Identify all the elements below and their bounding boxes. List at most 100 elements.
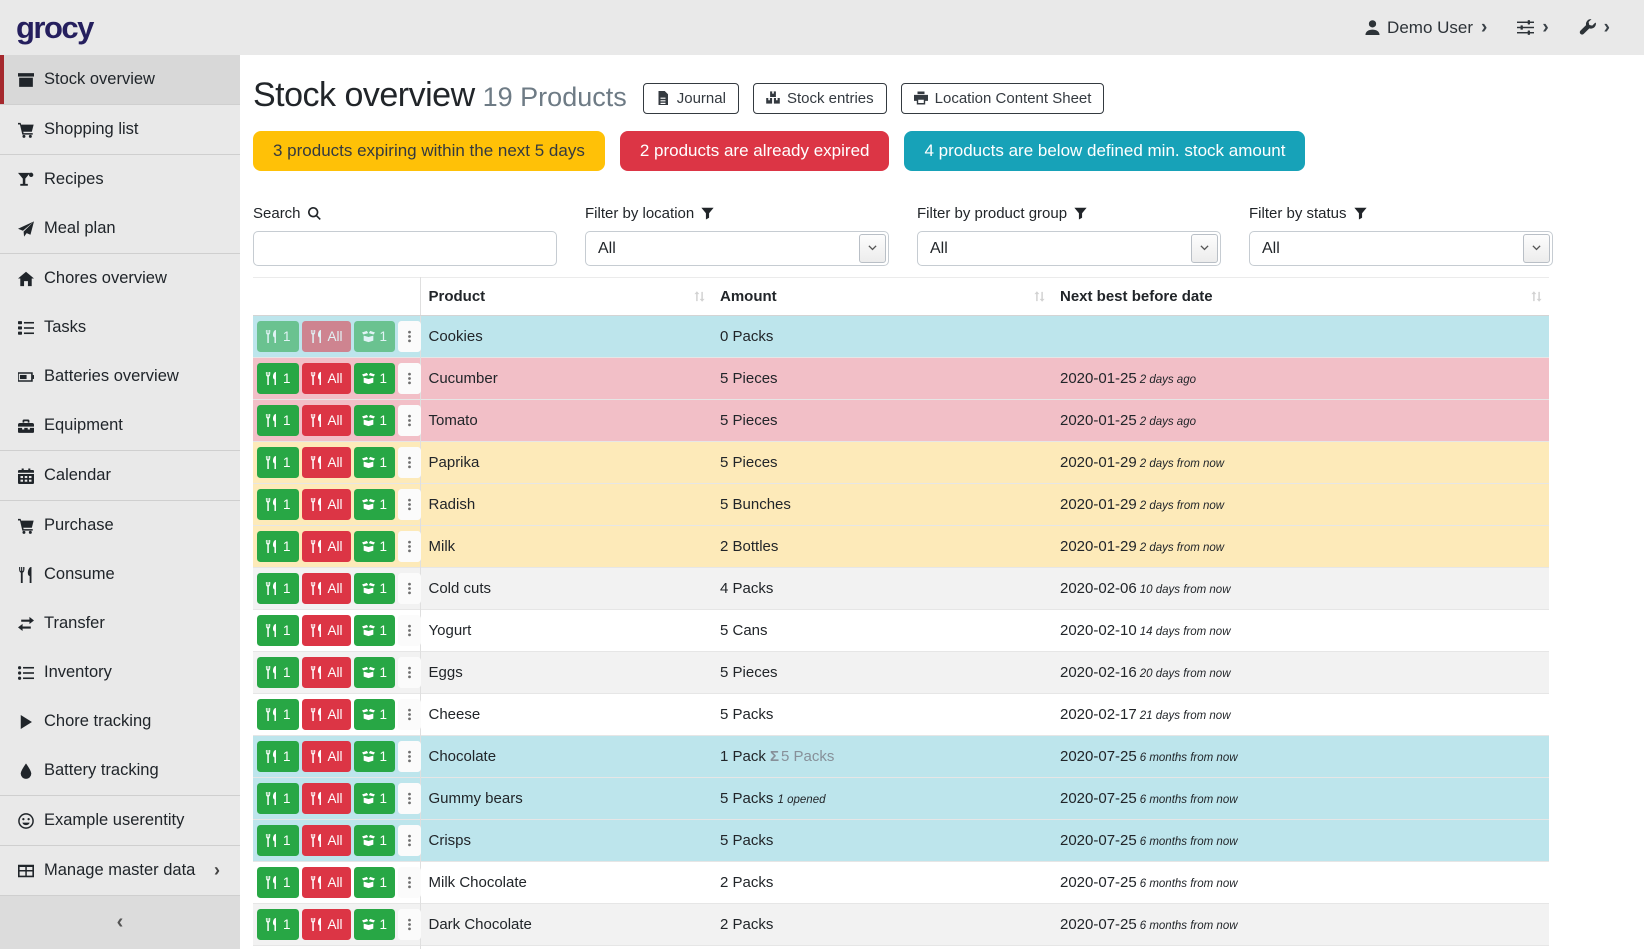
consume-all-button[interactable]: All (302, 321, 351, 352)
row-menu-button[interactable] (398, 783, 421, 814)
consume-all-button[interactable]: All (302, 447, 351, 478)
row-menu-button[interactable] (398, 489, 421, 520)
row-menu-button[interactable] (398, 657, 421, 688)
open-one-button[interactable]: 1 (354, 363, 396, 394)
consume-one-button[interactable]: 1 (257, 573, 299, 604)
consume-all-button[interactable]: All (302, 573, 351, 604)
consume-all-button[interactable]: All (302, 531, 351, 562)
sidebar-item-shopping-list[interactable]: Shopping list (0, 105, 240, 154)
row-menu-button[interactable] (398, 867, 421, 898)
row-menu-button[interactable] (398, 363, 421, 394)
row-menu-button[interactable] (398, 699, 421, 730)
consume-one-button[interactable]: 1 (257, 615, 299, 646)
consume-one-button[interactable]: 1 (257, 657, 299, 688)
row-menu-button[interactable] (398, 909, 421, 940)
consume-all-button[interactable]: All (302, 909, 351, 940)
consume-all-button[interactable]: All (302, 699, 351, 730)
search-input[interactable] (253, 231, 557, 266)
sidebar-item-chores-overview[interactable]: Chores overview (0, 254, 240, 303)
stock-entries-button[interactable]: Stock entries (753, 83, 887, 114)
sidebar-item-tasks[interactable]: Tasks (0, 303, 240, 352)
alert-expiring[interactable]: 3 products expiring within the next 5 da… (253, 131, 605, 171)
row-menu-button[interactable] (398, 321, 421, 352)
amount-value: 5 Bunches (720, 496, 791, 513)
sidebar-item-label: Equipment (44, 416, 123, 435)
sidebar-item-equipment[interactable]: Equipment (0, 401, 240, 450)
sidebar-item-meal-plan[interactable]: Meal plan (0, 204, 240, 253)
open-one-button[interactable]: 1 (354, 741, 396, 772)
sidebar-item-example-userentity[interactable]: Example userentity (0, 796, 240, 845)
consume-all-button[interactable]: All (302, 657, 351, 688)
open-one-button[interactable]: 1 (354, 405, 396, 436)
consume-all-button[interactable]: All (302, 825, 351, 856)
open-one-button[interactable]: 1 (354, 573, 396, 604)
sidebar-collapse-button[interactable]: ‹ (0, 895, 240, 949)
consume-all-button[interactable]: All (302, 741, 351, 772)
column-header-product[interactable]: Product (420, 278, 712, 316)
column-header-next-best-before-date[interactable]: Next best before date (1052, 278, 1549, 316)
open-one-button[interactable]: 1 (354, 699, 396, 730)
consume-all-button[interactable]: All (302, 405, 351, 436)
open-one-button[interactable]: 1 (354, 657, 396, 688)
sidebar-item-transfer[interactable]: Transfer (0, 599, 240, 648)
consume-one-button[interactable]: 1 (257, 489, 299, 520)
open-one-button[interactable]: 1 (354, 615, 396, 646)
ellipsis-v-icon (403, 372, 416, 385)
consume-all-button[interactable]: All (302, 615, 351, 646)
open-one-button[interactable]: 1 (354, 867, 396, 898)
open-one-button[interactable]: 1 (354, 825, 396, 856)
filter-location-select[interactable]: All (585, 231, 889, 266)
filter-status-select[interactable]: All (1249, 231, 1553, 266)
app-logo[interactable]: grocy (16, 10, 93, 46)
open-one-button[interactable]: 1 (354, 531, 396, 562)
amount-value: 5 Pieces (720, 454, 778, 471)
open-one-button[interactable]: 1 (354, 321, 396, 352)
sidebar-item-manage-master-data[interactable]: Manage master data› (0, 846, 240, 895)
sidebar-item-consume[interactable]: Consume (0, 550, 240, 599)
sidebar-item-battery-tracking[interactable]: Battery tracking (0, 746, 240, 795)
column-header-amount[interactable]: Amount (712, 278, 1052, 316)
consume-one-button[interactable]: 1 (257, 867, 299, 898)
row-menu-button[interactable] (398, 741, 421, 772)
admin-menu[interactable]: › (1579, 18, 1610, 37)
consume-one-button[interactable]: 1 (257, 531, 299, 562)
location-content-sheet-button[interactable]: Location Content Sheet (901, 83, 1105, 114)
settings-menu[interactable]: › (1517, 18, 1548, 37)
sidebar-item-purchase[interactable]: Purchase (0, 501, 240, 550)
row-menu-button[interactable] (398, 573, 421, 604)
consume-all-button[interactable]: All (302, 867, 351, 898)
open-one-button[interactable]: 1 (354, 783, 396, 814)
open-one-button[interactable]: 1 (354, 909, 396, 940)
user-menu[interactable]: Demo User › (1364, 18, 1487, 38)
consume-one-button[interactable]: 1 (257, 741, 299, 772)
consume-one-button[interactable]: 1 (257, 783, 299, 814)
sidebar-item-inventory[interactable]: Inventory (0, 648, 240, 697)
sidebar-item-stock-overview[interactable]: Stock overview (0, 55, 240, 104)
consume-one-button[interactable]: 1 (257, 363, 299, 394)
consume-one-button[interactable]: 1 (257, 909, 299, 940)
row-menu-button[interactable] (398, 531, 421, 562)
consume-one-button[interactable]: 1 (257, 321, 299, 352)
open-one-button[interactable]: 1 (354, 489, 396, 520)
consume-one-button[interactable]: 1 (257, 447, 299, 478)
consume-all-button[interactable]: All (302, 363, 351, 394)
row-menu-button[interactable] (398, 405, 421, 436)
consume-one-button[interactable]: 1 (257, 699, 299, 730)
open-one-button[interactable]: 1 (354, 447, 396, 478)
filter-product-group-select[interactable]: All (917, 231, 1221, 266)
journal-button[interactable]: Journal (643, 83, 739, 114)
consume-one-button[interactable]: 1 (257, 825, 299, 856)
row-menu-button[interactable] (398, 447, 421, 478)
alert-expired[interactable]: 2 products are already expired (620, 131, 890, 171)
consume-all-button[interactable]: All (302, 489, 351, 520)
sidebar-item-chore-tracking[interactable]: Chore tracking (0, 697, 240, 746)
box-open-icon (362, 540, 375, 553)
sidebar-item-batteries-overview[interactable]: Batteries overview (0, 352, 240, 401)
consume-one-button[interactable]: 1 (257, 405, 299, 436)
row-menu-button[interactable] (398, 615, 421, 646)
row-menu-button[interactable] (398, 825, 421, 856)
sidebar-item-recipes[interactable]: Recipes (0, 155, 240, 204)
sidebar-item-calendar[interactable]: Calendar (0, 451, 240, 500)
alert-below-min[interactable]: 4 products are below defined min. stock … (904, 131, 1305, 171)
consume-all-button[interactable]: All (302, 783, 351, 814)
